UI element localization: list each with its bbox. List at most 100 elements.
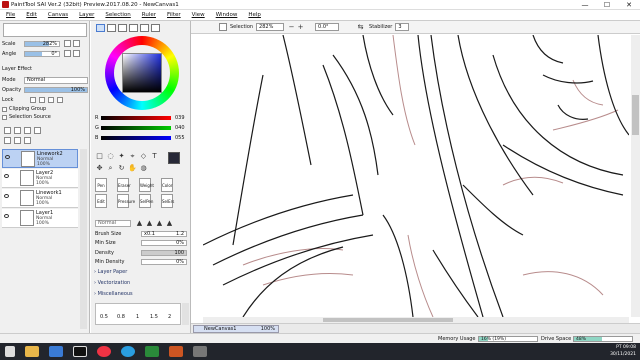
menu-file[interactable]: File [6, 12, 15, 18]
lock-all-button[interactable] [57, 97, 63, 103]
close-button[interactable]: ✕ [618, 0, 640, 10]
delete-layer-button[interactable] [24, 137, 31, 144]
layer-scrollbar[interactable] [80, 149, 87, 329]
lock-move-button[interactable] [48, 97, 54, 103]
brush-preset[interactable]: 1 [136, 314, 139, 320]
hand-tool-icon[interactable]: ✋ [128, 164, 137, 173]
scratchpad-tab[interactable] [140, 24, 149, 32]
new-layer-button[interactable] [4, 127, 11, 134]
zoom-out-button[interactable] [64, 40, 71, 47]
min-size-slider[interactable]: 0% [141, 240, 187, 246]
merge-down-button[interactable] [4, 137, 11, 144]
rotate-left-button[interactable] [64, 50, 71, 57]
layer-item-layer1[interactable]: Layer1 Normal 100% [2, 209, 78, 228]
rotate-tool-icon[interactable]: ↻ [117, 164, 126, 173]
brush-preset[interactable]: 2 [168, 314, 171, 320]
lock-transparency-button[interactable] [30, 97, 36, 103]
app-icon[interactable] [145, 346, 159, 357]
app-icon[interactable] [193, 346, 207, 357]
scroll-thumb[interactable] [323, 318, 453, 322]
menu-layer[interactable]: Layer [79, 12, 94, 18]
layer-item-linework2[interactable]: Linework2 Normal 100% [2, 149, 78, 168]
vectorization-section[interactable]: › Vectorization [94, 280, 130, 286]
rgb-slider-tab[interactable] [107, 24, 116, 32]
brush-shape-icon[interactable]: ▲ [145, 219, 154, 228]
red-slider[interactable]: R 039 [95, 115, 185, 122]
brush-shape-icon[interactable]: ▲ [155, 219, 164, 228]
brush-shape-icon[interactable]: ▲ [165, 219, 174, 228]
brush-selpen[interactable]: SelPen [139, 194, 153, 208]
green-slider[interactable]: G 040 [95, 125, 185, 132]
navigator-preview[interactable] [3, 23, 87, 37]
select-tool-icon[interactable]: □ [95, 152, 104, 161]
input-language[interactable]: PT [616, 345, 621, 350]
menu-selection[interactable]: Selection [105, 12, 130, 18]
file-explorer-icon[interactable] [25, 346, 39, 357]
zoom-in-icon[interactable]: + [296, 23, 305, 32]
brush-edit[interactable]: Edit [95, 194, 107, 208]
miscellaneous-section[interactable]: › Miscellaneous [94, 291, 133, 297]
angle-slider[interactable]: 0° [24, 51, 60, 57]
red-value[interactable]: 039 [175, 115, 185, 121]
swatches-tab[interactable] [129, 24, 138, 32]
zoom-tool-icon[interactable]: ⌕ [106, 164, 115, 173]
color-square[interactable] [122, 53, 162, 93]
magic-wand-icon[interactable]: ✦ [117, 152, 126, 161]
mail-icon[interactable] [49, 346, 63, 357]
selection-toggle[interactable] [219, 23, 227, 31]
zoom-in-button[interactable] [73, 40, 80, 47]
brush-preset[interactable]: 0.5 [100, 314, 108, 320]
green-value[interactable]: 040 [175, 125, 185, 131]
minimize-button[interactable]: — [574, 0, 596, 10]
new-folder-button[interactable] [24, 127, 31, 134]
terminal-icon[interactable] [73, 346, 87, 357]
menu-ruler[interactable]: Ruler [142, 12, 156, 18]
foreground-color-swatch[interactable] [168, 152, 180, 164]
blue-slider[interactable]: B 055 [95, 135, 185, 142]
brush-size-presets[interactable]: 0.5 0.8 1 1.5 2 [95, 303, 181, 325]
eyedropper-icon[interactable]: ⌖ [128, 152, 137, 161]
visibility-eye-icon[interactable] [4, 194, 9, 198]
blue-value[interactable]: 055 [175, 135, 185, 141]
edge-icon[interactable] [121, 346, 135, 357]
menu-view[interactable]: View [192, 12, 205, 18]
visibility-eye-icon[interactable] [5, 155, 10, 159]
brush-shape-icon[interactable]: ▲ [135, 219, 144, 228]
min-density-slider[interactable]: 0% [141, 259, 187, 265]
visibility-eye-icon[interactable] [4, 174, 9, 178]
rotate-right-button[interactable] [73, 50, 80, 57]
layer-item-linework1[interactable]: Linework1 Normal 100% [2, 189, 78, 208]
density-slider[interactable]: 100 [141, 250, 187, 256]
scroll-thumb[interactable] [632, 95, 639, 135]
move-tool-icon[interactable]: ✥ [95, 164, 104, 173]
start-icon[interactable] [5, 346, 15, 357]
zoom-out-icon[interactable]: − [287, 23, 296, 32]
brush-preset[interactable]: 0.8 [117, 314, 125, 320]
brush-preset[interactable]: 1.5 [150, 314, 158, 320]
clear-layer-button[interactable] [14, 137, 21, 144]
brush-pen[interactable]: Pen [95, 178, 107, 192]
layer-item-layer2[interactable]: Layer2 Normal 100% [2, 169, 78, 188]
chrome-icon[interactable] [97, 346, 111, 357]
lasso-tool-icon[interactable]: ◌ [106, 152, 115, 161]
clipping-checkbox[interactable] [2, 106, 7, 112]
maximize-button[interactable]: ☐ [596, 0, 618, 10]
mixer-tab[interactable] [151, 24, 160, 32]
selection-source-checkbox[interactable] [2, 114, 7, 120]
layer-effect-header[interactable]: Layer Effect [2, 65, 32, 73]
text-tool-icon[interactable]: T [150, 152, 159, 161]
hsv-slider-tab[interactable] [118, 24, 127, 32]
vertical-scrollbar[interactable] [631, 35, 640, 317]
menu-window[interactable]: Window [216, 12, 238, 18]
brush-color[interactable]: Color [161, 178, 173, 192]
document-tab[interactable]: NewCanvas1 100% [193, 325, 279, 333]
drawing-canvas[interactable] [203, 35, 629, 317]
mode-select[interactable]: Normal [24, 77, 88, 84]
copy-layer-button[interactable] [34, 127, 41, 134]
brush-pressure[interactable]: Pressure [117, 194, 135, 208]
menu-filter[interactable]: Filter [167, 12, 181, 18]
brush-preset-scrollbar[interactable] [182, 303, 189, 325]
layer-paper-section[interactable]: › Layer Paper [94, 269, 127, 275]
shape-tool-icon[interactable]: ◇ [139, 152, 148, 161]
lock-draw-button[interactable] [39, 97, 45, 103]
